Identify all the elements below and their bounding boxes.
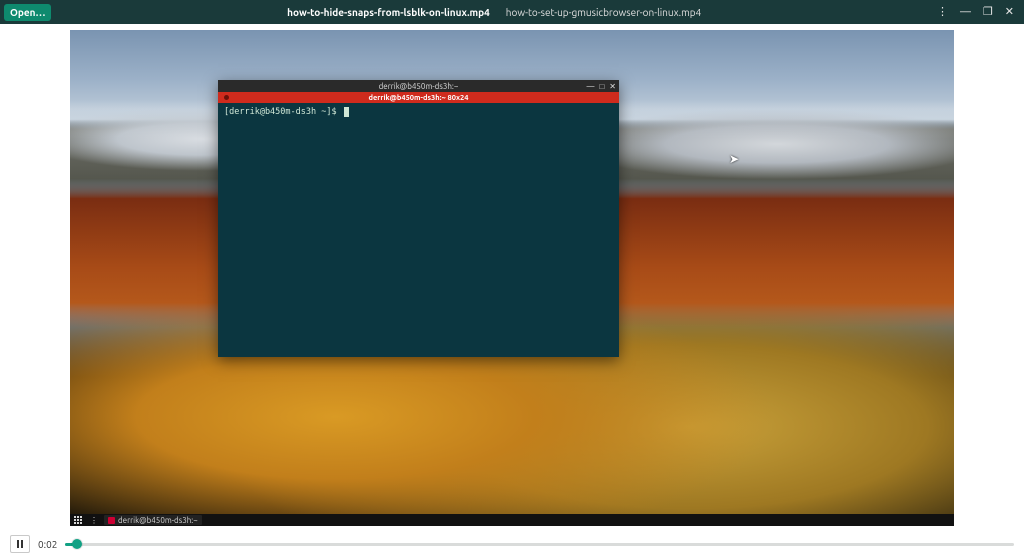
tab-file-1[interactable]: how-to-hide-snaps-from-lsblk-on-linux.mp…: [287, 7, 490, 18]
panel-divider-icon: ⋮: [90, 516, 98, 525]
seek-slider[interactable]: [65, 543, 1014, 546]
close-icon[interactable]: ✕: [1005, 7, 1014, 18]
apps-grid-icon: [74, 516, 84, 524]
terminal-minimize-icon: —: [586, 82, 594, 91]
terminal-titlebar: derrik@b450m-ds3h:~ — □ ✕: [218, 80, 619, 92]
kebab-menu-icon[interactable]: ⋮: [937, 7, 948, 18]
minimize-icon[interactable]: —: [960, 7, 971, 18]
desktop-panel: ⋮ derrik@b450m-ds3h:~: [70, 514, 954, 526]
open-button[interactable]: Open…: [4, 4, 51, 21]
app-header: Open… how-to-hide-snaps-from-lsblk-on-li…: [0, 0, 1024, 24]
video-viewport: ➤ derrik@b450m-ds3h:~ — □ ✕ derrik@b450m…: [0, 24, 1024, 532]
pause-icon: [17, 540, 23, 548]
terminal-prompt: [derrik@b450m-ds3h ~]$: [224, 107, 342, 117]
video-frame[interactable]: ➤ derrik@b450m-ds3h:~ — □ ✕ derrik@b450m…: [70, 30, 954, 526]
pause-button[interactable]: [10, 535, 30, 553]
terminal-close-icon: ✕: [609, 82, 616, 91]
terminal-tabbar: derrik@b450m-ds3h:~ 80x24: [218, 92, 619, 103]
header-controls: ⋮ — ❐ ✕: [937, 7, 1020, 18]
seek-thumb[interactable]: [72, 539, 82, 549]
playback-time: 0:02: [38, 539, 57, 550]
terminal-tab-label: derrik@b450m-ds3h:~ 80x24: [218, 94, 619, 102]
terminal-prompt-text: [derrik@b450m-ds3h ~]$: [224, 107, 337, 117]
terminal-window: derrik@b450m-ds3h:~ — □ ✕ derrik@b450m-d…: [218, 80, 619, 357]
taskbar-item-terminal: derrik@b450m-ds3h:~: [104, 515, 202, 525]
terminal-window-controls: — □ ✕: [586, 80, 616, 92]
terminal-window-title: derrik@b450m-ds3h:~: [379, 82, 459, 91]
maximize-icon[interactable]: ❐: [983, 7, 993, 18]
playback-bar: 0:02: [0, 532, 1024, 558]
terminal-app-icon: [108, 517, 115, 524]
tab-file-2[interactable]: how-to-set-up-gmusicbrowser-on-linux.mp4: [506, 7, 701, 18]
terminal-maximize-icon: □: [599, 82, 604, 91]
terminal-tab-close-icon: [224, 95, 229, 100]
terminal-cursor-icon: [344, 107, 349, 117]
cursor-pointer-icon: ➤: [729, 152, 739, 166]
taskbar-item-label: derrik@b450m-ds3h:~: [118, 516, 198, 525]
file-tabs: how-to-hide-snaps-from-lsblk-on-linux.mp…: [51, 7, 936, 18]
terminal-body: [derrik@b450m-ds3h ~]$: [218, 103, 619, 357]
